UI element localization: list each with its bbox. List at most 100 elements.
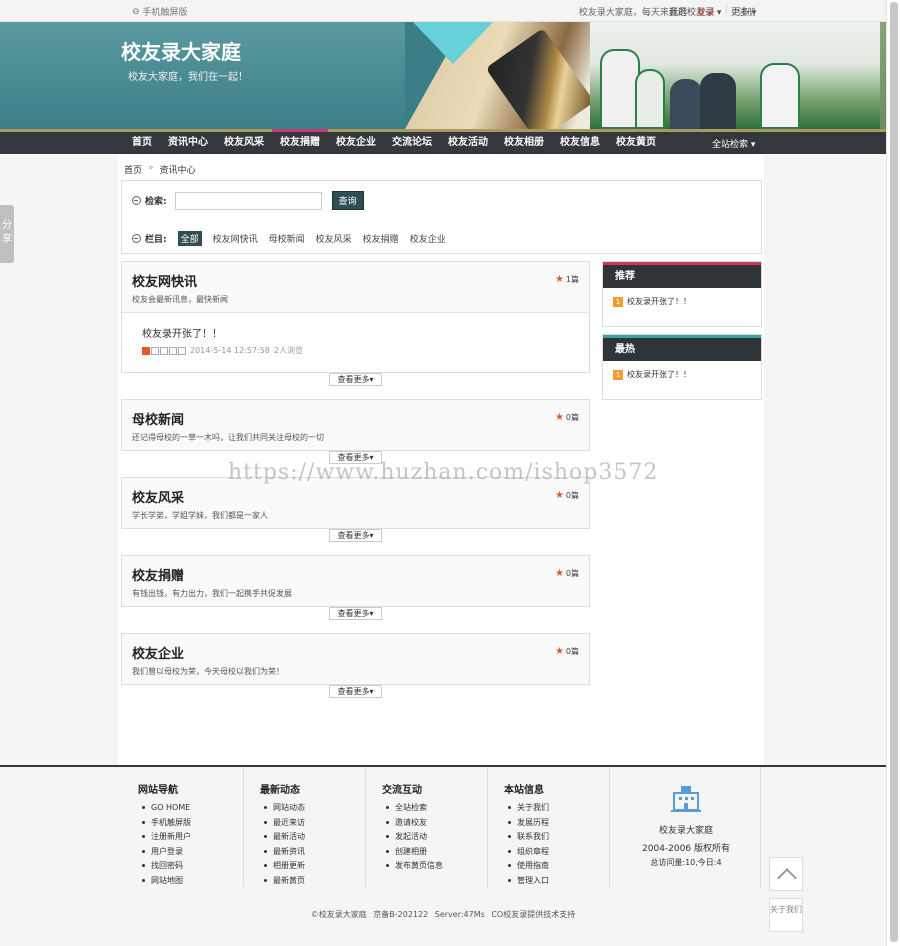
footer-link[interactable]: 发布黄页信息: [386, 859, 443, 874]
nav-enterprise[interactable]: 校友企业: [328, 129, 384, 151]
footer-link[interactable]: 最新资讯: [264, 845, 305, 860]
site-title[interactable]: 校友录大家庭: [121, 36, 241, 65]
footer-link[interactable]: 全站检索: [386, 801, 443, 816]
mobile-icon: ⊖: [132, 6, 140, 17]
separator: |: [724, 5, 728, 15]
footer-link[interactable]: 发起活动: [386, 830, 443, 845]
nav-album[interactable]: 校友相册: [496, 129, 552, 151]
share-tab[interactable]: 分享: [0, 205, 14, 263]
footer-link[interactable]: 找回密码: [142, 859, 191, 874]
top-bar: ⊖ 手机触屏版 校友录大家庭，每天来逛逛 登录 | 注册 我的校友录 ▾ 更多 …: [0, 0, 886, 22]
recommend-item[interactable]: 1 校友录开张了！！: [603, 288, 761, 315]
footer-visits: 总访问量:10,今日:4: [650, 858, 722, 867]
footer-link[interactable]: 发展历程: [508, 816, 549, 831]
post-views: 2人浏览: [273, 346, 303, 355]
nav-donation[interactable]: 校友捐赠: [272, 129, 328, 151]
header-banner: 校友录大家庭 校友大家庭，我们在一起！: [0, 22, 886, 129]
footer-link[interactable]: 手机触屏版: [142, 816, 191, 831]
star-icon: ★: [554, 568, 564, 579]
rating-stars: [142, 346, 186, 355]
section-title[interactable]: 母校新闻: [132, 409, 324, 428]
footer-link[interactable]: 邀请校友: [386, 816, 443, 831]
mobile-version-link[interactable]: ⊖ 手机触屏版: [132, 5, 188, 19]
nav-style[interactable]: 校友风采: [216, 129, 272, 151]
category-all[interactable]: 全部: [177, 231, 202, 246]
footer-site-info: 校友录大家庭 2004-2006 版权所有 总访问量:10,今日:4: [611, 767, 761, 887]
nav-activity[interactable]: 校友活动: [440, 129, 496, 151]
nav-yellowpage[interactable]: 校友黄页: [608, 129, 664, 151]
star-icon: ★: [554, 412, 564, 423]
view-more-button[interactable]: 查看更多▾: [329, 685, 382, 698]
rank-badge: 1: [613, 296, 623, 307]
category-donation[interactable]: 校友捐赠: [363, 232, 399, 245]
nav-info[interactable]: 校友信息: [552, 129, 608, 151]
footer-link[interactable]: 相册更新: [264, 859, 305, 874]
more-menu[interactable]: 更多 ▾: [731, 5, 756, 18]
footer-link[interactable]: 使用指南: [508, 859, 549, 874]
view-more-button[interactable]: 查看更多▾: [329, 529, 382, 542]
building-icon: [671, 786, 701, 812]
recommend-panel: 推荐 1 校友录开张了！！: [602, 261, 762, 327]
section-title[interactable]: 校友捐赠: [132, 565, 292, 584]
star-icon: ★: [554, 274, 564, 285]
footer-link[interactable]: 用户登录: [142, 845, 191, 860]
banner-accent: [413, 22, 493, 64]
footer-copyright-years: 2004-2006 版权所有: [642, 844, 730, 854]
scrollbar[interactable]: [886, 0, 900, 946]
footer: 网站导航 GO HOME 手机触屏版 注册新用户 用户登录 找回密码 网站地图 …: [0, 765, 886, 946]
breadcrumb-arrow-icon: »: [148, 163, 154, 173]
section-title[interactable]: 校友网快讯: [132, 271, 228, 290]
section-desc: 还记得母校的一草一木吗，让我们共同关注母校的一切: [132, 433, 324, 442]
section-title[interactable]: 校友企业: [132, 643, 284, 662]
footer-link[interactable]: 注册新用户: [142, 830, 191, 845]
students-photo: [590, 22, 880, 129]
watermark: https://www.huzhan.com/ishop3572: [228, 460, 659, 485]
star-icon: ★: [554, 490, 564, 501]
minus-circle-icon: [132, 196, 141, 205]
scrollbar-thumb[interactable]: [890, 2, 898, 942]
post-title[interactable]: 校友录开张了！！: [142, 325, 222, 340]
breadcrumb-home[interactable]: 首页: [124, 163, 142, 176]
footer-link[interactable]: 管理入口: [508, 874, 549, 889]
footer-link[interactable]: 最新黄页: [264, 874, 305, 889]
footer-link[interactable]: 联系我们: [508, 830, 549, 845]
section-school-news: 母校新闻 还记得母校的一草一木吗，让我们共同关注母校的一切 ★ 0篇: [121, 399, 590, 451]
footer-link[interactable]: 最新活动: [264, 830, 305, 845]
recommend-title: 推荐: [603, 262, 761, 288]
section-count: ★ 0篇: [554, 490, 579, 501]
footer-link[interactable]: 关于我们: [508, 801, 549, 816]
footer-col-nav: 网站导航 GO HOME 手机触屏版 注册新用户 用户登录 找回密码 网站地图: [122, 767, 244, 887]
chevron-down-icon: ▾: [716, 8, 722, 18]
query-button[interactable]: 查询: [331, 191, 364, 210]
nav-forum[interactable]: 交流论坛: [384, 129, 440, 151]
footer-link[interactable]: 组织章程: [508, 845, 549, 860]
nav-home[interactable]: 首页: [124, 129, 160, 151]
footer-link[interactable]: 网站地图: [142, 874, 191, 889]
footer-link[interactable]: 最近来访: [264, 816, 305, 831]
my-alumni-menu[interactable]: 我的校友录 ▾: [669, 5, 721, 18]
section-desc: 校友会最新讯息，最快新闻: [132, 295, 228, 304]
footer-col-news: 最新动态 网站动态 最近来访 最新活动 最新资讯 相册更新 最新黄页: [244, 767, 366, 887]
hot-item[interactable]: 1 校友录开张了！！: [603, 361, 761, 388]
breadcrumb: 首页 » 资讯中心: [124, 163, 196, 176]
section-donation: 校友捐赠 有钱出钱，有力出力，我们一起携手共促发展 ★ 0篇: [121, 555, 590, 607]
section-count: ★ 0篇: [554, 412, 579, 423]
view-more-button[interactable]: 查看更多▾: [329, 607, 382, 620]
site-search-menu[interactable]: 全站检索 ▾: [712, 137, 755, 150]
about-us-button[interactable]: 关于我们: [769, 898, 803, 932]
search-input[interactable]: [174, 191, 322, 210]
column-label: 栏目:: [145, 235, 167, 245]
nav-news[interactable]: 资讯中心: [160, 129, 216, 151]
category-style[interactable]: 校友风采: [316, 232, 352, 245]
category-school-news[interactable]: 母校新闻: [269, 232, 305, 245]
footer-link[interactable]: 创建相册: [386, 845, 443, 860]
section-count: ★ 0篇: [554, 646, 579, 657]
category-flash[interactable]: 校友网快讯: [213, 232, 258, 245]
view-more-button[interactable]: 查看更多▾: [329, 373, 382, 386]
footer-link[interactable]: GO HOME: [142, 801, 191, 816]
back-to-top-button[interactable]: [769, 857, 803, 891]
footer-site-name: 校友录大家庭: [658, 826, 713, 836]
section-title[interactable]: 校友风采: [132, 487, 268, 506]
footer-link[interactable]: 网站动态: [264, 801, 305, 816]
category-enterprise[interactable]: 校友企业: [410, 232, 446, 245]
